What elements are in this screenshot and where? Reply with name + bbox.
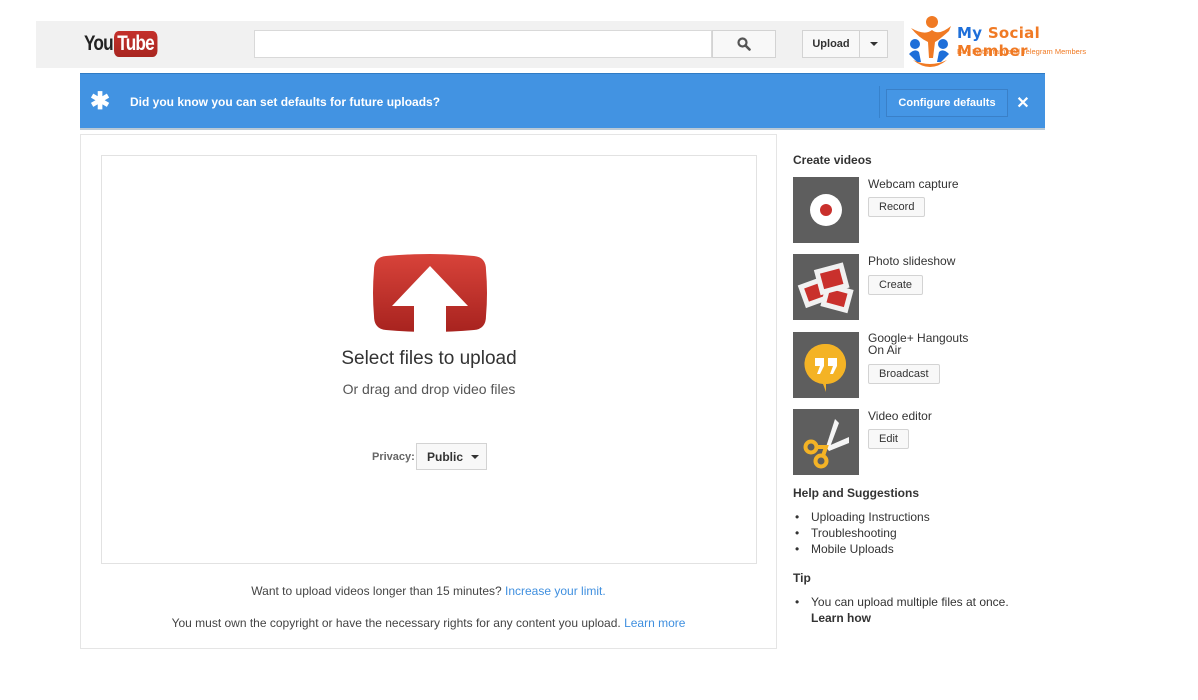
help-link-troubleshooting[interactable]: Troubleshooting [795, 525, 930, 541]
defaults-banner: ✱ Did you know you can set defaults for … [80, 73, 1045, 130]
upload-button[interactable]: Upload [802, 30, 860, 58]
learn-how-link[interactable]: Learn how [811, 610, 1009, 626]
select-files-title[interactable]: Select files to upload [102, 348, 756, 370]
upload-panel: Select files to upload Or drag and drop … [80, 134, 777, 649]
watermark-tagline: Buy Instagram and Telegram Members [957, 47, 1087, 56]
upload-limit-notice: Want to upload videos longer than 15 min… [81, 584, 776, 598]
create-slideshow-button[interactable]: Create [868, 275, 924, 295]
watermark-name-part1: My [957, 24, 988, 42]
privacy-value: Public [427, 449, 464, 464]
tip-text: You can upload multiple files at once. [811, 595, 1009, 609]
create-videos-heading: Create videos [793, 153, 872, 167]
copyright-notice: You must own the copyright or have the n… [81, 616, 776, 630]
help-links-list: Uploading Instructions Troubleshooting M… [795, 509, 930, 557]
tip-list: You can upload multiple files at once. L… [795, 594, 1009, 626]
banner-divider [879, 86, 880, 118]
hangouts-icon[interactable] [793, 332, 859, 398]
edit-button[interactable]: Edit [868, 429, 909, 449]
asterisk-icon: ✱ [90, 88, 111, 115]
create-item-slideshow: Photo slideshow Create [793, 254, 1053, 320]
hangouts-title-line2: On Air [868, 343, 902, 357]
rights-text: You must own the copyright or have the n… [171, 616, 625, 630]
upload-menu-button[interactable] [860, 30, 888, 58]
help-link-mobile-uploads[interactable]: Mobile Uploads [795, 541, 930, 557]
search-input[interactable] [254, 30, 712, 58]
tip-heading: Tip [793, 571, 811, 585]
upload-button-group: Upload [802, 30, 888, 58]
tip-item: You can upload multiple files at once. L… [795, 594, 1009, 626]
privacy-label: Privacy: [372, 451, 415, 463]
watermark-logo: My Social Member Buy Instagram and Teleg… [905, 14, 1110, 70]
increase-limit-link[interactable]: Increase your limit. [505, 584, 606, 598]
search-button[interactable] [712, 30, 776, 58]
configure-defaults-button[interactable]: Configure defaults [886, 89, 1008, 117]
learn-more-link[interactable]: Learn more [624, 616, 685, 630]
logo-you-text: You [84, 32, 114, 55]
privacy-dropdown[interactable]: Public [416, 443, 487, 470]
create-item-video-editor: Video editor Edit [793, 409, 1053, 475]
close-icon[interactable]: ✕ [1013, 90, 1033, 116]
banner-message: Did you know you can set defaults for fu… [130, 95, 441, 109]
people-logo-icon [909, 16, 951, 67]
photo-slideshow-icon[interactable] [793, 254, 859, 320]
logo-tube-text: Tube [114, 31, 158, 57]
youtube-logo[interactable]: You Tube [84, 31, 167, 57]
hangouts-title: Google+ Hangouts On Air [868, 332, 998, 356]
slideshow-title: Photo slideshow [868, 254, 956, 268]
help-link-uploading-instructions[interactable]: Uploading Instructions [795, 509, 930, 525]
create-item-webcam: Webcam capture Record [793, 177, 1053, 243]
file-dropzone[interactable]: Select files to upload Or drag and drop … [101, 155, 757, 564]
top-header: You Tube Upload [36, 21, 904, 68]
record-button[interactable]: Record [868, 197, 926, 217]
webcam-title: Webcam capture [868, 177, 959, 191]
create-item-hangouts: Google+ Hangouts On Air Broadcast [793, 332, 1053, 398]
search-icon [737, 37, 751, 51]
broadcast-button[interactable]: Broadcast [868, 364, 940, 384]
upload-arrow-icon [373, 254, 487, 332]
video-editor-title: Video editor [868, 409, 932, 423]
limit-text: Want to upload videos longer than 15 min… [251, 584, 505, 598]
caret-down-icon [869, 42, 878, 46]
drag-drop-subtitle: Or drag and drop video files [342, 381, 516, 397]
help-heading: Help and Suggestions [793, 486, 920, 500]
scissors-icon[interactable] [793, 409, 859, 475]
webcam-record-icon[interactable] [793, 177, 859, 243]
caret-down-icon [471, 454, 480, 459]
watermark-name-part2: Social [987, 24, 1041, 42]
